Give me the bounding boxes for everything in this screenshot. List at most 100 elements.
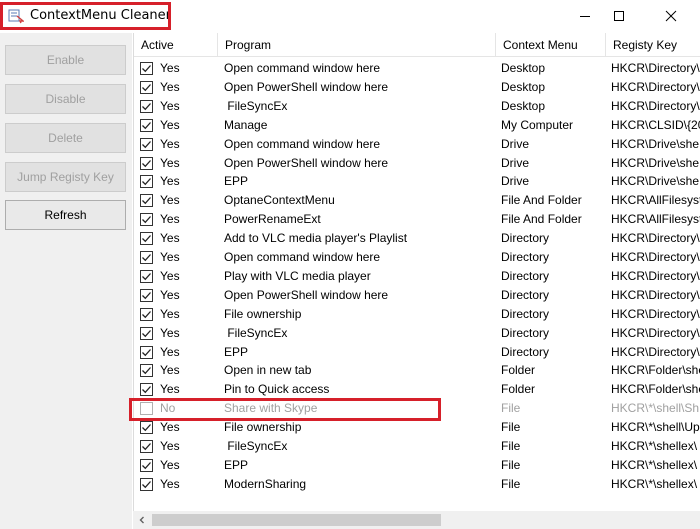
program-cell: EPP [224, 344, 249, 359]
context-menu-list[interactable]: Active Program Context Menu Registy Key … [133, 33, 700, 529]
delete-button[interactable]: Delete [5, 123, 126, 153]
table-row[interactable]: Yes EPP File HKCR\*\shellex\ [134, 456, 700, 475]
checkmark-icon [142, 367, 151, 375]
column-header-context-menu[interactable]: Context Menu [496, 33, 606, 57]
program-cell: OptaneContextMenu [224, 193, 335, 208]
context-menu-cell: File [501, 476, 521, 491]
context-menu-cell: Directory [501, 306, 550, 321]
row-checkbox[interactable] [140, 213, 153, 227]
program-cell: Add to VLC media player's Playlist [224, 231, 408, 246]
row-checkbox[interactable] [140, 421, 153, 435]
checkmark-icon [142, 480, 151, 489]
table-row[interactable]: Yes Play with VLC media player Directory HK… [134, 267, 700, 286]
table-row[interactable]: Yes File ownership File HKCR\*\shell\Up [134, 418, 700, 437]
program-cell: Open command window here [224, 250, 381, 264]
column-header-active[interactable]: Active [134, 33, 218, 57]
table-row[interactable]: Yes Open PowerShell window here Desktop HKC… [134, 78, 700, 97]
table-row[interactable]: Yes ModernSharing File HKCR\*\shellex\ [134, 475, 700, 494]
row-checkbox[interactable] [140, 62, 153, 75]
registry-key-cell: HKCR\Drive\she [611, 155, 700, 170]
checkmark-icon [142, 329, 151, 337]
active-status-text: Yes [160, 61, 180, 75]
table-row[interactable]: Yes Open command window here Drive HKCR\Dri… [134, 135, 700, 154]
checkmark-icon [142, 310, 151, 318]
close-button[interactable] [648, 0, 694, 32]
disable-button[interactable]: Disable [5, 84, 126, 114]
context-menu-cell: Directory [501, 344, 550, 359]
scroll-left-button[interactable] [133, 511, 150, 529]
table-row[interactable]: Yes Pin to Quick access Folder HKCR\Folder\… [134, 380, 700, 399]
row-checkbox[interactable] [140, 307, 153, 321]
program-cell: File ownership [224, 420, 302, 435]
registry-key-cell: HKCR\*\shellex\ [611, 457, 698, 472]
row-checkbox[interactable] [140, 80, 153, 94]
row-checkbox[interactable] [140, 194, 153, 208]
row-checkbox[interactable] [140, 458, 153, 472]
active-status-text: Yes [160, 306, 180, 321]
context-menu-cell: Folder [501, 382, 536, 397]
enable-button[interactable]: Enable [5, 45, 126, 75]
context-menu-cell: Desktop [501, 79, 546, 94]
table-row[interactable]: Yes OptaneContextMenu File And Folder HKCR\… [134, 191, 700, 210]
table-row[interactable]: Yes Open command window here Desktop HKCR\D… [134, 59, 700, 78]
context-menu-cell: Directory [501, 231, 550, 246]
table-row[interactable]: Yes Add to VLC media player's Playlist Dir… [134, 229, 700, 248]
jump-registry-key-button[interactable]: Jump Registy Key [5, 162, 126, 192]
program-cell: FileSyncEx [224, 325, 288, 340]
row-checkbox[interactable] [140, 383, 153, 397]
active-status-text: Yes [160, 231, 180, 246]
row-checkbox[interactable] [140, 269, 153, 283]
checkmark-icon [142, 83, 151, 92]
active-cell: Yes [134, 135, 218, 154]
table-row[interactable]: Yes FileSyncEx Directory HKCR\Directory\ [134, 324, 700, 343]
row-checkbox[interactable] [140, 288, 153, 302]
table-row[interactable]: Yes EPP Directory HKCR\Directory\ [134, 343, 700, 362]
table-row[interactable]: Yes Open in new tab Folder HKCR\Folder\she [134, 361, 700, 380]
program-cell: Open in new tab [224, 363, 312, 378]
table-row[interactable]: Yes Manage My Computer HKCR\CLSID\{20 [134, 116, 700, 135]
column-header-program[interactable]: Program [218, 33, 496, 57]
row-checkbox[interactable] [140, 118, 153, 132]
table-row[interactable]: Yes File ownership Directory HKCR\Directory… [134, 305, 700, 324]
row-checkbox[interactable] [140, 326, 153, 340]
context-menu-cell: Directory [501, 250, 550, 264]
context-menu-cell: Drive [501, 174, 530, 189]
registry-key-cell: HKCR\Folder\she [611, 382, 700, 397]
row-checkbox[interactable] [140, 175, 153, 189]
row-checkbox[interactable] [140, 99, 153, 113]
horizontal-scrollbar[interactable] [133, 511, 700, 529]
maximize-icon [614, 11, 624, 21]
row-checkbox[interactable] [140, 156, 153, 170]
row-checkbox[interactable] [140, 232, 153, 246]
program-cell: EPP [224, 174, 249, 189]
table-row[interactable]: Yes Open PowerShell window here Directory H… [134, 286, 700, 305]
row-checkbox[interactable] [140, 137, 153, 151]
scroll-thumb[interactable] [152, 514, 441, 526]
row-checkbox[interactable] [140, 440, 153, 453]
program-cell: PowerRenameExt [224, 212, 321, 227]
row-checkbox[interactable] [140, 345, 153, 359]
program-cell: Open PowerShell window here [224, 155, 389, 170]
table-row[interactable]: Yes FileSyncEx Desktop HKCR\Directory\ [134, 97, 700, 116]
row-checkbox[interactable] [140, 402, 153, 416]
table-row[interactable]: Yes FileSyncEx File HKCR\*\shellex\ [134, 437, 700, 456]
context-menu-cell: Directory [501, 268, 550, 283]
active-status-text: Yes [160, 420, 180, 435]
checkmark-icon [142, 140, 151, 148]
maximize-button[interactable] [596, 0, 642, 32]
row-checkbox[interactable] [140, 251, 153, 264]
checkmark-icon [142, 254, 151, 262]
active-status-text: Yes [160, 457, 180, 472]
row-checkbox[interactable] [140, 477, 153, 491]
column-header-registry-key[interactable]: Registy Key [606, 33, 700, 57]
refresh-button[interactable]: Refresh [5, 200, 126, 230]
table-row[interactable]: Yes PowerRenameExt File And Folder HKCR\All… [134, 210, 700, 229]
row-checkbox[interactable] [140, 364, 153, 378]
checkmark-icon [142, 386, 151, 394]
table-row[interactable]: Yes Open command window here Directory HKCR… [134, 248, 700, 267]
active-status-text: Yes [160, 287, 180, 302]
table-row[interactable]: Yes Open PowerShell window here Drive HKCR\… [134, 154, 700, 173]
table-row[interactable]: No Share with Skype File HKCR\*\shell\Sh [134, 399, 700, 418]
program-cell: Open command window here [224, 136, 381, 151]
table-row[interactable]: Yes EPP Drive HKCR\Drive\she [134, 172, 700, 191]
